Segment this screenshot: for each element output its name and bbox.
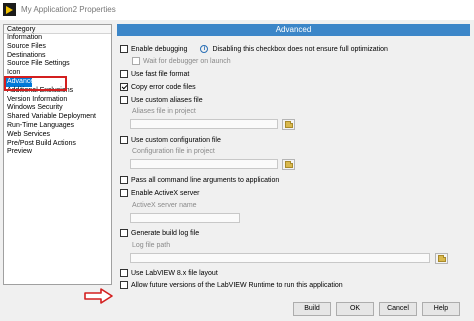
copy-error-code-checkbox[interactable] <box>120 83 128 91</box>
fast-file-format-label: Use fast file format <box>131 70 190 78</box>
title-bar: My Application2 Properties <box>0 0 474 20</box>
build-log-checkbox[interactable] <box>120 229 128 237</box>
build-log-row: Generate build log file <box>120 228 199 238</box>
future-runtime-row: Allow future versions of the LabVIEW Run… <box>120 280 343 290</box>
folder-icon <box>285 161 293 168</box>
pass-args-row: Pass all command line arguments to appli… <box>120 175 279 185</box>
folder-icon <box>285 121 293 128</box>
properties-dialog: Category Information Source Files Destin… <box>0 20 474 321</box>
category-item-windows-security[interactable]: Windows Security <box>4 104 111 113</box>
category-item-preview[interactable]: Preview <box>4 148 111 157</box>
category-item-destinations[interactable]: Destinations <box>4 52 111 61</box>
enable-debugging-checkbox[interactable] <box>120 45 128 53</box>
custom-config-checkbox[interactable] <box>120 136 128 144</box>
aliases-file-label: Aliases file in project <box>132 108 196 115</box>
wait-debugger-checkbox[interactable] <box>132 57 140 65</box>
folder-icon <box>438 255 446 262</box>
custom-config-label: Use custom configuration file <box>131 136 221 144</box>
config-file-label: Configuration file in project <box>132 148 215 155</box>
panel-header: Advanced <box>117 24 470 36</box>
pass-args-checkbox[interactable] <box>120 176 128 184</box>
category-item-source-files[interactable]: Source Files <box>4 43 111 52</box>
pass-args-label: Pass all command line arguments to appli… <box>131 176 280 184</box>
debug-info-text: Disabling this checkbox does not ensure … <box>212 45 388 53</box>
copy-error-code-label: Copy error code files <box>131 83 196 91</box>
config-browse-button[interactable] <box>282 159 295 170</box>
category-item-pre-post-build-actions[interactable]: Pre/Post Build Actions <box>4 140 111 149</box>
window-title: My Application2 Properties <box>21 5 116 14</box>
custom-aliases-row: Use custom aliases file <box>120 95 203 105</box>
copy-error-code-row: Copy error code files <box>120 82 196 92</box>
activex-checkbox[interactable] <box>120 189 128 197</box>
help-button[interactable]: Help <box>422 302 460 316</box>
category-list: Category Information Source Files Destin… <box>3 24 112 285</box>
cancel-button[interactable]: Cancel <box>379 302 417 316</box>
fast-file-format-checkbox[interactable] <box>120 70 128 78</box>
wait-debugger-label: Wait for debugger on launch <box>143 57 231 65</box>
category-item-source-file-settings[interactable]: Source File Settings <box>4 60 111 69</box>
advanced-highlight-annotation <box>4 76 67 91</box>
custom-config-row: Use custom configuration file <box>120 135 221 145</box>
future-runtime-label: Allow future versions of the LabVIEW Run… <box>131 281 343 289</box>
wait-debugger-row: Wait for debugger on launch <box>132 56 231 66</box>
build-button[interactable]: Build <box>293 302 331 316</box>
custom-aliases-label: Use custom aliases file <box>131 96 203 104</box>
log-browse-button[interactable] <box>435 253 448 264</box>
enable-debugging-row: Enable debugging i Disabling this checkb… <box>120 44 388 54</box>
arrow-annotation-icon <box>84 288 113 304</box>
category-item-run-time-languages[interactable]: Run-Time Languages <box>4 122 111 131</box>
category-item-information[interactable]: Information <box>4 34 111 43</box>
category-item-version-information[interactable]: Version Information <box>4 96 111 105</box>
fast-file-format-row: Use fast file format <box>120 69 189 79</box>
activex-label: Enable ActiveX server <box>131 189 200 197</box>
custom-aliases-checkbox[interactable] <box>120 96 128 104</box>
log-path-field[interactable] <box>130 253 430 263</box>
category-item-web-services[interactable]: Web Services <box>4 131 111 140</box>
future-runtime-checkbox[interactable] <box>120 281 128 289</box>
ok-button[interactable]: OK <box>336 302 374 316</box>
activex-name-field[interactable] <box>130 213 240 223</box>
log-path-label: Log file path <box>132 242 171 249</box>
advanced-panel: Advanced Enable debugging i Disabling th… <box>117 24 470 295</box>
build-log-label: Generate build log file <box>131 229 200 237</box>
aliases-file-field[interactable] <box>130 119 278 129</box>
labview8x-label: Use LabVIEW 8.x file layout <box>131 269 218 277</box>
labview-app-icon <box>3 3 16 16</box>
enable-debugging-label: Enable debugging <box>131 45 188 53</box>
activex-name-label: ActiveX server name <box>132 202 197 209</box>
activex-row: Enable ActiveX server <box>120 188 199 198</box>
labview8x-row: Use LabVIEW 8.x file layout <box>120 268 218 278</box>
category-item-shared-variable-deployment[interactable]: Shared Variable Deployment <box>4 113 111 122</box>
aliases-browse-button[interactable] <box>282 119 295 130</box>
category-header: Category <box>4 25 111 34</box>
config-file-field[interactable] <box>130 159 278 169</box>
labview8x-checkbox[interactable] <box>120 269 128 277</box>
info-icon: i <box>200 45 209 53</box>
